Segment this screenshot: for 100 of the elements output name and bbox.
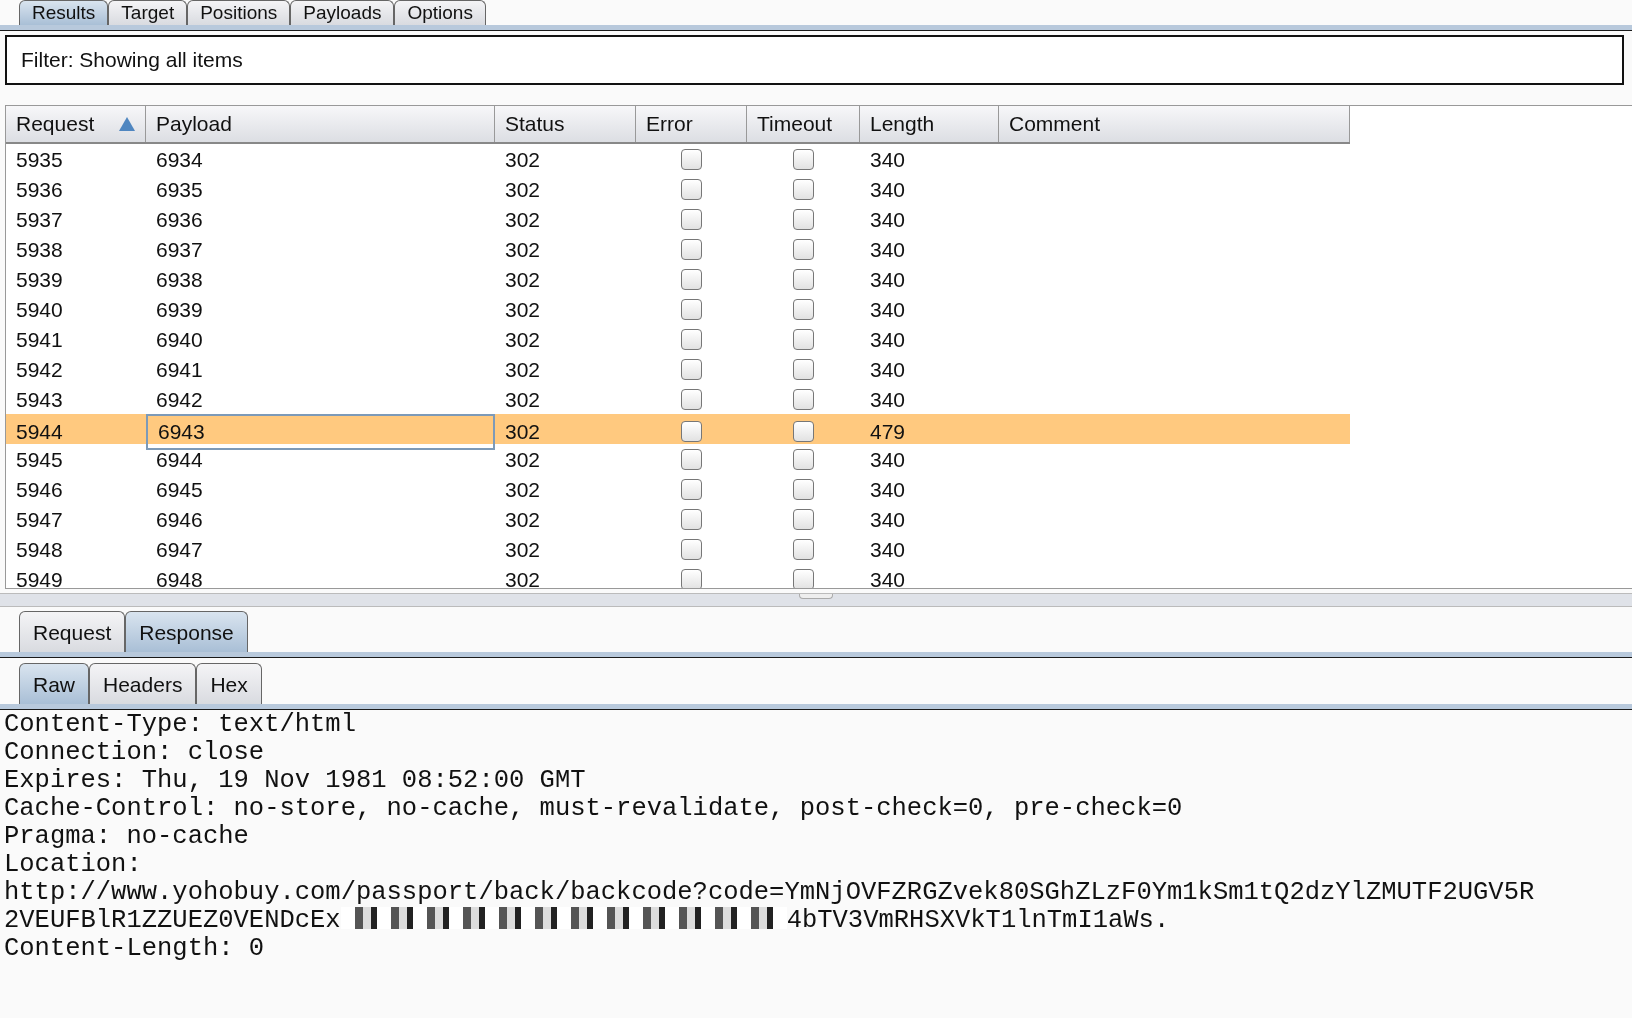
checkbox[interactable] <box>793 421 814 443</box>
checkbox[interactable] <box>681 209 702 231</box>
table-cell-text: 340 <box>869 267 907 293</box>
table-cell-text: 340 <box>869 177 907 203</box>
tab[interactable]: Results <box>19 0 109 25</box>
checkbox[interactable] <box>793 389 814 411</box>
column-header[interactable]: Timeout <box>747 106 860 142</box>
table-cell-text: 6937 <box>155 237 204 263</box>
table-cell-text: 340 <box>869 147 907 173</box>
checkbox[interactable] <box>793 539 814 561</box>
tab[interactable]: Target <box>108 0 188 25</box>
tab[interactable]: Response <box>125 611 248 652</box>
table-cell-text: 5936 <box>15 177 64 203</box>
checkbox[interactable] <box>681 329 702 351</box>
tab[interactable]: Request <box>19 611 126 652</box>
table-cell-text: 6935 <box>155 177 204 203</box>
table-cell-text: 302 <box>504 537 542 563</box>
table-cell-text: 340 <box>869 327 907 353</box>
table-cell-text: 340 <box>869 537 907 563</box>
table-cell-text: 6938 <box>155 267 204 293</box>
column-header[interactable]: Comment <box>999 106 1350 142</box>
checkbox[interactable] <box>681 149 702 171</box>
checkbox[interactable] <box>681 359 702 381</box>
checkbox[interactable] <box>793 239 814 261</box>
table-cell-text: 6946 <box>155 507 204 533</box>
response-line: Content-Length: 0 <box>4 934 265 963</box>
table-cell-text: 302 <box>504 507 542 533</box>
table-cell-text: 302 <box>504 297 542 323</box>
checkbox[interactable] <box>681 421 702 443</box>
tab[interactable]: Headers <box>89 663 197 704</box>
checkbox[interactable] <box>793 299 814 321</box>
checkbox[interactable] <box>793 329 814 351</box>
tab[interactable]: Options <box>394 0 486 25</box>
checkbox[interactable] <box>793 569 814 588</box>
checkbox[interactable] <box>793 269 814 291</box>
response-line: 2VEUFBlR1ZZUEZ0VENDcEx <box>4 906 341 935</box>
tab[interactable]: Raw <box>19 663 89 704</box>
response-line: Connection: close <box>4 738 265 767</box>
checkbox[interactable] <box>793 509 814 531</box>
column-header[interactable]: Status <box>495 106 636 142</box>
checkbox[interactable] <box>681 449 702 471</box>
table-cell-text: 340 <box>869 357 907 383</box>
table-cell-text: 302 <box>504 237 542 263</box>
table-cell-text: 5942 <box>15 357 64 383</box>
table-cell-text: 479 <box>869 419 907 445</box>
column-header[interactable]: Payload <box>146 106 495 142</box>
table-cell-text: 6940 <box>155 327 204 353</box>
checkbox[interactable] <box>681 539 702 561</box>
table-cell-text: 302 <box>504 327 542 353</box>
checkbox[interactable] <box>681 479 702 501</box>
table-cell-text: 5943 <box>15 387 64 413</box>
checkbox[interactable] <box>681 179 702 201</box>
response-line: Pragma: no-cache <box>4 822 249 851</box>
response-line: Content-Type: text/html <box>4 710 356 739</box>
table-cell-text: 5948 <box>15 537 64 563</box>
checkbox[interactable] <box>793 179 814 201</box>
checkbox[interactable] <box>681 389 702 411</box>
checkbox[interactable] <box>793 449 814 471</box>
table-cell-text: 6939 <box>155 297 204 323</box>
table-cell-text: 5940 <box>15 297 64 323</box>
table-cell-text: 6948 <box>155 567 204 588</box>
table-cell-text: 6936 <box>155 207 204 233</box>
table-cell-text: 340 <box>869 477 907 503</box>
response-line: Location: <box>4 850 142 879</box>
table-cell: 6943 <box>146 414 495 450</box>
table-cell-text: 5947 <box>15 507 64 533</box>
tab[interactable]: Positions <box>187 0 291 25</box>
tab[interactable]: Payloads <box>290 0 395 25</box>
table-cell-text: 6942 <box>155 387 204 413</box>
table-cell-text: 340 <box>869 237 907 263</box>
checkbox[interactable] <box>681 299 702 321</box>
table-cell-text: 5937 <box>15 207 64 233</box>
checkbox[interactable] <box>793 149 814 171</box>
checkbox[interactable] <box>681 269 702 291</box>
column-header[interactable]: Error <box>636 106 747 142</box>
table-cell-text: 302 <box>504 357 542 383</box>
table-cell-text: 5941 <box>15 327 64 353</box>
table-cell-text: 6934 <box>155 147 204 173</box>
table-cell-text: 5949 <box>15 567 64 588</box>
checkbox[interactable] <box>681 569 702 588</box>
table-cell-text: 302 <box>504 387 542 413</box>
checkbox[interactable] <box>681 239 702 261</box>
table-cell-text: 302 <box>504 567 542 588</box>
table-cell-text: 302 <box>504 177 542 203</box>
response-line: http://www.yohobuy.com/passport/back/backcode?code=YmNjOVFZRGZvek80SGhZLzF0Ym1kSm1tQ2dzYlZMUTF2UGV5R <box>4 878 1535 907</box>
tab[interactable]: Hex <box>196 663 262 704</box>
checkbox[interactable] <box>793 359 814 381</box>
table-cell-text: 5946 <box>15 477 64 503</box>
checkbox[interactable] <box>681 509 702 531</box>
column-header[interactable]: Length <box>860 106 999 142</box>
checkbox[interactable] <box>793 209 814 231</box>
column-header[interactable]: Request <box>6 106 146 142</box>
table-cell-text: 340 <box>869 567 907 588</box>
checkbox[interactable] <box>793 479 814 501</box>
table-cell-text: 340 <box>869 297 907 323</box>
filter-bar[interactable]: Filter: Showing all items <box>5 35 1624 85</box>
response-line: Expires: Thu, 19 Nov 1981 08:52:00 GMT <box>4 766 586 795</box>
table-cell-text: 5938 <box>15 237 64 263</box>
table-cell-text: 302 <box>504 267 542 293</box>
table-cell-text: 302 <box>504 447 542 473</box>
